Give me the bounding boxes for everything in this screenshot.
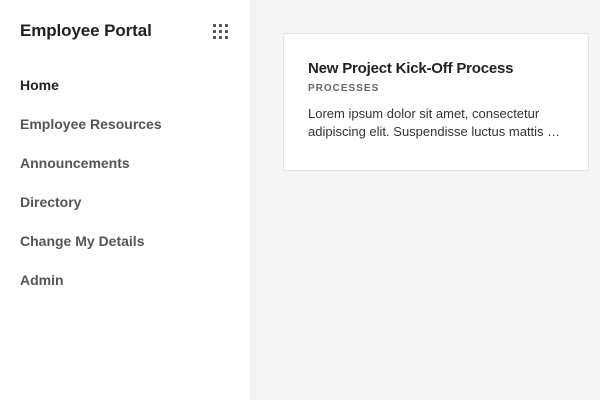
card-description: Lorem ipsum dolor sit amet, consectetur … [308,106,561,139]
sidebar-item-employee-resources[interactable]: Employee Resources [20,114,162,153]
sidebar-item-directory[interactable]: Directory [20,192,162,231]
sidebar-nav: Home Employee Resources Announcements Di… [20,75,162,309]
content-card[interactable]: New Project Kick-Off Process PROCESSES L… [283,33,589,171]
main-content: New Project Kick-Off Process PROCESSES L… [250,0,600,400]
sidebar-item-announcements[interactable]: Announcements [20,153,162,192]
apps-grid-icon[interactable] [213,24,229,40]
sidebar-item-change-my-details[interactable]: Change My Details [20,231,162,270]
sidebar-item-admin[interactable]: Admin [20,270,162,309]
app-title: Employee Portal [20,21,152,40]
card-title[interactable]: New Project Kick-Off Process [308,59,564,79]
card-category-tag: PROCESSES [308,83,380,94]
sidebar-item-home[interactable]: Home [20,75,162,114]
sidebar: Employee Portal Home Employee Resources … [0,0,250,400]
app-window: Employee Portal Home Employee Resources … [0,0,600,400]
